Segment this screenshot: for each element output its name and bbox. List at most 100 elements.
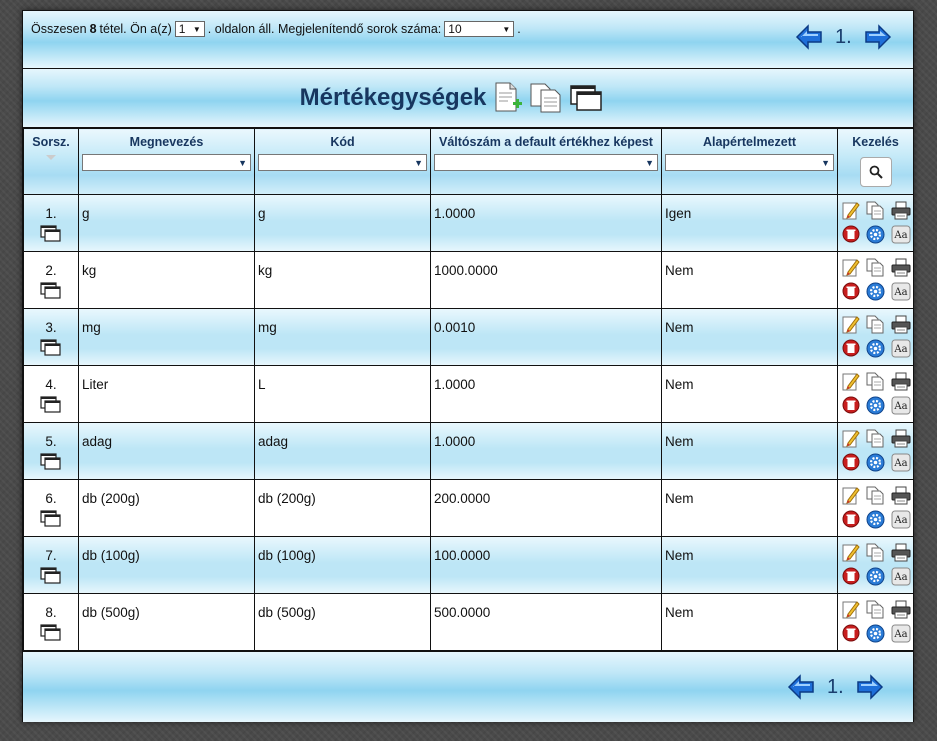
- copy-icon[interactable]: [865, 370, 887, 392]
- print-icon[interactable]: [890, 199, 912, 221]
- table-row[interactable]: 7. db (100g) db (100g) 100.0000 Nem Aa: [23, 536, 914, 594]
- ratio-cell: 1.0000: [430, 194, 662, 252]
- windows-icon[interactable]: [569, 83, 603, 113]
- copy-icon[interactable]: [865, 199, 887, 221]
- translate-icon[interactable]: Aa: [890, 223, 912, 245]
- edit-icon[interactable]: [840, 199, 862, 221]
- edit-icon[interactable]: [840, 256, 862, 278]
- copy-icon[interactable]: [865, 256, 887, 278]
- page-select-value: 1: [178, 22, 186, 36]
- arrow-right-icon[interactable]: [864, 24, 892, 50]
- windows-icon[interactable]: [40, 453, 62, 471]
- settings-icon[interactable]: [865, 223, 887, 245]
- copy-icon[interactable]: [865, 484, 887, 506]
- row-number: 6.: [45, 491, 57, 506]
- rows-per-page-select[interactable]: 10 ▼: [444, 21, 515, 37]
- arrow-left-icon[interactable]: [795, 24, 823, 50]
- copy-icon[interactable]: [529, 82, 563, 114]
- table-row[interactable]: 4. Liter L 1.0000 Nem Aa: [23, 365, 914, 423]
- delete-icon[interactable]: [840, 565, 862, 587]
- translate-icon[interactable]: Aa: [890, 394, 912, 416]
- translate-icon[interactable]: Aa: [890, 337, 912, 359]
- ratio-filter-select[interactable]: ▼: [434, 154, 658, 171]
- column-header-code[interactable]: Kód ▼: [254, 128, 431, 195]
- table-row[interactable]: 1. g g 1.0000 Igen Aa: [23, 194, 914, 252]
- windows-icon[interactable]: [40, 339, 62, 357]
- search-button[interactable]: [859, 157, 892, 187]
- unit-code: L: [258, 377, 266, 392]
- default-filter-select[interactable]: ▼: [665, 154, 834, 171]
- table-header-row: Sorsz. Megnevezés ▼ Kód ▼ Váltószám a de…: [23, 128, 914, 195]
- row-number: 7.: [45, 548, 57, 563]
- settings-icon[interactable]: [865, 337, 887, 359]
- translate-icon[interactable]: Aa: [890, 508, 912, 530]
- delete-icon[interactable]: [840, 337, 862, 359]
- total-count: 8: [89, 22, 97, 36]
- delete-icon[interactable]: [840, 394, 862, 416]
- settings-icon[interactable]: [865, 280, 887, 302]
- unit-default: Nem: [665, 320, 694, 335]
- print-icon[interactable]: [890, 313, 912, 335]
- table-row[interactable]: 2. kg kg 1000.0000 Nem Aa: [23, 251, 914, 309]
- row-number-cell: 8.: [23, 593, 79, 651]
- arrow-left-icon[interactable]: [787, 674, 815, 700]
- column-header-name[interactable]: Megnevezés ▼: [78, 128, 255, 195]
- print-icon[interactable]: [890, 427, 912, 449]
- edit-icon[interactable]: [840, 370, 862, 392]
- print-icon[interactable]: [890, 256, 912, 278]
- column-header-default[interactable]: Alapértelmezett ▼: [661, 128, 838, 195]
- ratio-cell: 1.0000: [430, 422, 662, 480]
- settings-icon[interactable]: [865, 451, 887, 473]
- translate-icon[interactable]: Aa: [890, 622, 912, 644]
- print-icon[interactable]: [890, 541, 912, 563]
- print-icon[interactable]: [890, 598, 912, 620]
- delete-icon[interactable]: [840, 280, 862, 302]
- column-label: Kezelés: [852, 135, 899, 149]
- edit-icon[interactable]: [840, 598, 862, 620]
- translate-icon[interactable]: Aa: [890, 280, 912, 302]
- settings-icon[interactable]: [865, 565, 887, 587]
- table-row[interactable]: 6. db (200g) db (200g) 200.0000 Nem Aa: [23, 479, 914, 537]
- copy-icon[interactable]: [865, 313, 887, 335]
- row-number-cell: 5.: [23, 422, 79, 480]
- settings-icon[interactable]: [865, 622, 887, 644]
- windows-icon[interactable]: [40, 510, 62, 528]
- edit-icon[interactable]: [840, 541, 862, 563]
- settings-icon[interactable]: [865, 394, 887, 416]
- sort-icon[interactable]: [46, 155, 56, 160]
- code-filter-select[interactable]: ▼: [258, 154, 427, 171]
- edit-icon[interactable]: [840, 313, 862, 335]
- row-actions: Aa: [838, 541, 913, 587]
- edit-icon[interactable]: [840, 484, 862, 506]
- delete-icon[interactable]: [840, 508, 862, 530]
- page-select[interactable]: 1 ▼: [174, 21, 205, 37]
- translate-icon[interactable]: Aa: [890, 451, 912, 473]
- new-document-icon[interactable]: [493, 82, 523, 114]
- copy-icon[interactable]: [865, 598, 887, 620]
- delete-icon[interactable]: [840, 223, 862, 245]
- edit-icon[interactable]: [840, 427, 862, 449]
- print-icon[interactable]: [890, 370, 912, 392]
- name-filter-select[interactable]: ▼: [82, 154, 251, 171]
- delete-icon[interactable]: [840, 451, 862, 473]
- unit-ratio: 500.0000: [434, 605, 491, 620]
- table-row[interactable]: 8. db (500g) db (500g) 500.0000 Nem Aa: [23, 593, 914, 651]
- windows-icon[interactable]: [40, 624, 62, 642]
- unit-code: adag: [258, 434, 289, 449]
- unit-name: kg: [82, 263, 97, 278]
- arrow-right-icon[interactable]: [856, 674, 884, 700]
- translate-icon[interactable]: Aa: [890, 565, 912, 587]
- copy-icon[interactable]: [865, 541, 887, 563]
- windows-icon[interactable]: [40, 567, 62, 585]
- copy-icon[interactable]: [865, 427, 887, 449]
- table-row[interactable]: 5. adag adag 1.0000 Nem Aa: [23, 422, 914, 480]
- delete-icon[interactable]: [840, 622, 862, 644]
- windows-icon[interactable]: [40, 282, 62, 300]
- column-header-num[interactable]: Sorsz.: [23, 128, 79, 195]
- windows-icon[interactable]: [40, 396, 62, 414]
- settings-icon[interactable]: [865, 508, 887, 530]
- print-icon[interactable]: [890, 484, 912, 506]
- column-header-ratio[interactable]: Váltószám a default értékhez képest ▼: [430, 128, 662, 195]
- windows-icon[interactable]: [40, 225, 62, 243]
- table-row[interactable]: 3. mg mg 0.0010 Nem Aa: [23, 308, 914, 366]
